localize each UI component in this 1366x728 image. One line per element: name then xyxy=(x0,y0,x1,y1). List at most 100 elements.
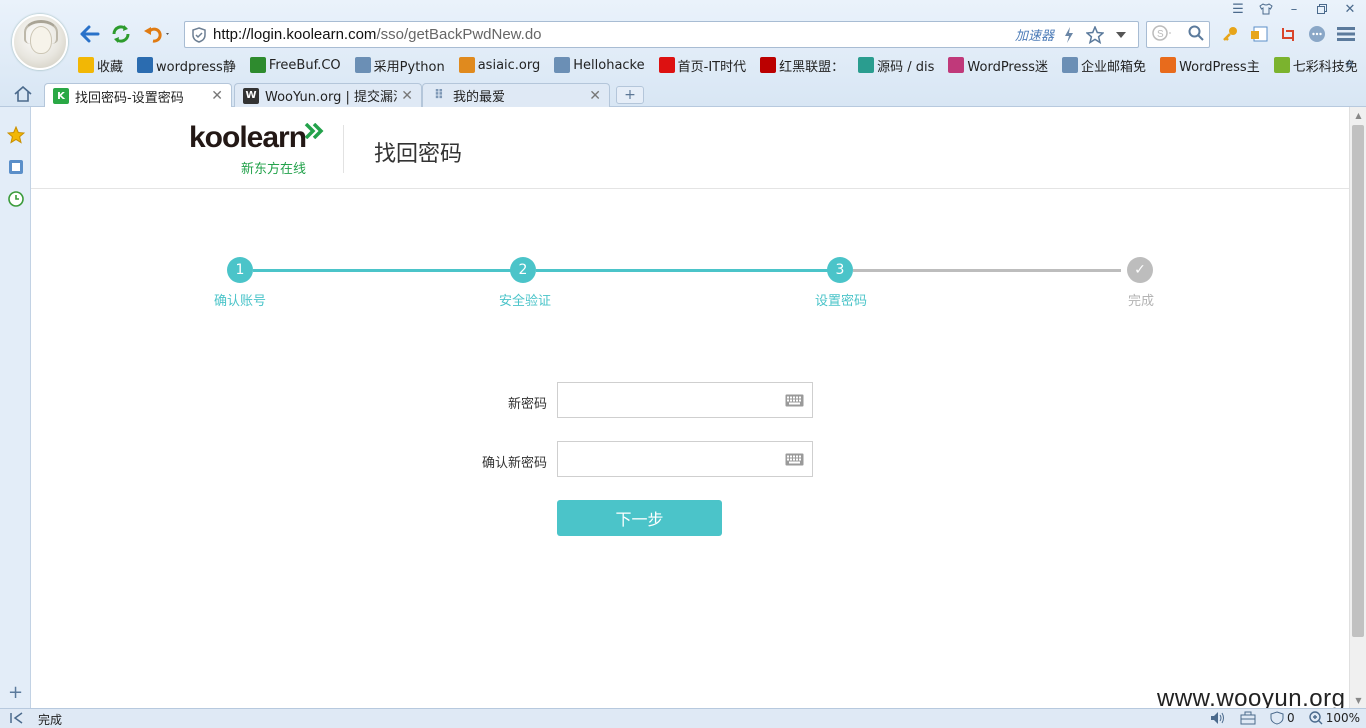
tab-reset-password[interactable]: K 找回密码-设置密码 ✕ xyxy=(44,83,232,108)
new-password-input[interactable] xyxy=(558,383,778,417)
wooyun-favicon-icon: W xyxy=(243,87,259,104)
bookmark-item[interactable]: FreeBuf.CO xyxy=(249,57,341,73)
virtual-keyboard-icon[interactable] xyxy=(785,394,804,411)
window-menu-icon[interactable]: ☰ xyxy=(1228,0,1248,18)
bookmarks-bar: 收藏 wordpress静 FreeBuf.CO 采用Python asiaic.org… xyxy=(78,55,1366,75)
home-icon[interactable] xyxy=(12,84,34,104)
bookmark-item[interactable]: 采用Python xyxy=(354,56,445,75)
bookmark-label: FreeBuf.CO xyxy=(268,57,341,73)
address-bar[interactable]: http://login.koolearn.com/sso/getBackPwd… xyxy=(184,21,1139,48)
step-connector xyxy=(253,269,515,272)
url-path: /sso/getBackPwdNew.do xyxy=(376,26,542,43)
logo-subtitle: 新东方在线 xyxy=(241,162,307,177)
source-icon xyxy=(858,57,875,73)
confirm-password-field[interactable] xyxy=(557,441,813,477)
search-icon[interactable] xyxy=(1188,25,1204,45)
wordpress-icon xyxy=(137,57,154,73)
bookmarks-overflow-icon[interactable]: » xyxy=(1345,56,1354,72)
adblock-shield-icon xyxy=(1270,711,1284,725)
bookmark-label: WordPress主 xyxy=(1179,59,1260,75)
web-page: koolearn 新东方在线 找回密码 1 2 3 ✓ 确认账号 安全验证 设置… xyxy=(31,107,1349,708)
bookmark-item[interactable]: wordpress静 xyxy=(137,56,236,75)
site-header: koolearn 新东方在线 找回密码 xyxy=(31,107,1349,189)
side-panel: + xyxy=(0,107,31,708)
svg-text:S: S xyxy=(1157,29,1164,40)
virtual-keyboard-icon[interactable] xyxy=(785,453,804,470)
bookmark-item[interactable]: 企业邮箱免 xyxy=(1062,56,1146,75)
restore-icon[interactable] xyxy=(1312,0,1332,18)
bookmark-item[interactable]: WordPress迷 xyxy=(948,56,1048,75)
avatar-face xyxy=(30,26,52,54)
browser-chrome: http://login.koolearn.com/sso/getBackPwd… xyxy=(0,0,1366,108)
search-box[interactable]: S xyxy=(1146,21,1210,48)
minimize-icon[interactable]: – xyxy=(1284,0,1304,18)
favorite-star-icon[interactable] xyxy=(1086,25,1104,44)
header-divider xyxy=(343,125,344,173)
chat-bubble-icon[interactable] xyxy=(1307,24,1327,44)
scrollbar-thumb[interactable] xyxy=(1352,125,1364,637)
step-4-check-icon: ✓ xyxy=(1127,257,1153,283)
tab-title: WooYun.org | 提交漏洞 xyxy=(265,90,398,105)
bookmark-item[interactable]: Hellohacke xyxy=(554,57,645,73)
koolearn-logo[interactable]: koolearn 新东方在线 xyxy=(189,123,324,177)
key-icon[interactable] xyxy=(1220,24,1240,44)
new-password-field[interactable] xyxy=(557,382,813,418)
sidebar-toggle-icon[interactable] xyxy=(1249,24,1269,44)
page-scrollbar[interactable]: ▲ ▼ xyxy=(1349,107,1366,708)
skin-shirt-icon[interactable] xyxy=(1256,0,1276,18)
reader-icon[interactable] xyxy=(6,157,25,176)
status-text: 完成 xyxy=(38,713,63,727)
refresh-icon[interactable] xyxy=(109,22,133,46)
url-text[interactable]: http://login.koolearn.com/sso/getBackPwd… xyxy=(213,26,1015,43)
bookmark-item[interactable]: 红黑联盟： xyxy=(760,56,844,75)
bookmark-item[interactable]: 源码 / dis xyxy=(858,56,934,75)
scroll-up-arrow-icon[interactable]: ▲ xyxy=(1350,107,1366,123)
user-avatar[interactable] xyxy=(12,14,68,70)
undo-icon[interactable] xyxy=(142,22,172,46)
bookmark-item[interactable]: WordPress主 xyxy=(1160,56,1260,75)
zoom-level: 100% xyxy=(1325,711,1360,725)
tab-favorites[interactable]: ⠿ 我的最爱 ✕ xyxy=(422,83,610,107)
progress-steps: 1 2 3 ✓ 确认账号 安全验证 设置密码 完成 xyxy=(31,257,1349,317)
back-arrow-icon[interactable] xyxy=(78,22,102,46)
confirm-password-input[interactable] xyxy=(558,442,778,476)
tab-wooyun[interactable]: W WooYun.org | 提交漏洞 ✕ xyxy=(234,83,422,107)
close-tab-icon[interactable]: ✕ xyxy=(401,88,413,104)
search-engine-icon[interactable]: S xyxy=(1152,24,1176,45)
bookmark-label: WordPress迷 xyxy=(967,59,1049,75)
scroll-down-arrow-icon[interactable]: ▼ xyxy=(1350,692,1366,708)
favorites-star-icon[interactable] xyxy=(6,125,25,144)
toolbox-icon[interactable] xyxy=(1240,711,1256,725)
wpmi-icon xyxy=(948,57,965,73)
step-3-circle: 3 xyxy=(827,257,853,283)
bookmark-label: 企业邮箱免 xyxy=(1081,59,1147,75)
logo-chevrons-icon xyxy=(304,123,324,139)
secure-shield-icon xyxy=(185,26,213,43)
new-tab-button[interactable]: + xyxy=(616,86,644,104)
bookmark-item[interactable]: 收藏 xyxy=(78,56,123,75)
close-window-icon[interactable]: ✕ xyxy=(1340,0,1360,18)
orange-wp-icon xyxy=(1160,57,1177,73)
bookmark-item[interactable]: asiaic.org xyxy=(458,57,540,73)
collapse-panel-icon[interactable] xyxy=(10,712,24,727)
volume-icon[interactable] xyxy=(1210,711,1226,725)
zoom-control[interactable]: 100% xyxy=(1308,711,1360,725)
bookmark-label: 红黑联盟： xyxy=(779,59,845,75)
shield-icon xyxy=(760,57,777,73)
add-panel-icon[interactable]: + xyxy=(6,682,25,703)
bookmark-label: 采用Python xyxy=(373,59,445,75)
page-title: 找回密码 xyxy=(374,142,463,167)
window-controls: ☰ – ✕ xyxy=(1228,0,1360,18)
bookmark-item[interactable]: 首页-IT时代 xyxy=(658,56,746,75)
close-tab-icon[interactable]: ✕ xyxy=(589,88,601,104)
close-tab-icon[interactable]: ✕ xyxy=(211,88,223,104)
menu-icon[interactable] xyxy=(1336,24,1356,44)
accelerator-button[interactable]: 加速器 xyxy=(1015,25,1054,44)
step-2-circle: 2 xyxy=(510,257,536,283)
url-dropdown-icon[interactable] xyxy=(1116,31,1126,38)
history-clock-icon[interactable] xyxy=(6,189,25,208)
screenshot-icon[interactable] xyxy=(1278,24,1298,44)
adblock-counter[interactable]: 0 xyxy=(1270,711,1295,725)
next-step-button[interactable]: 下一步 xyxy=(557,500,722,536)
lightning-icon[interactable] xyxy=(1064,26,1074,43)
